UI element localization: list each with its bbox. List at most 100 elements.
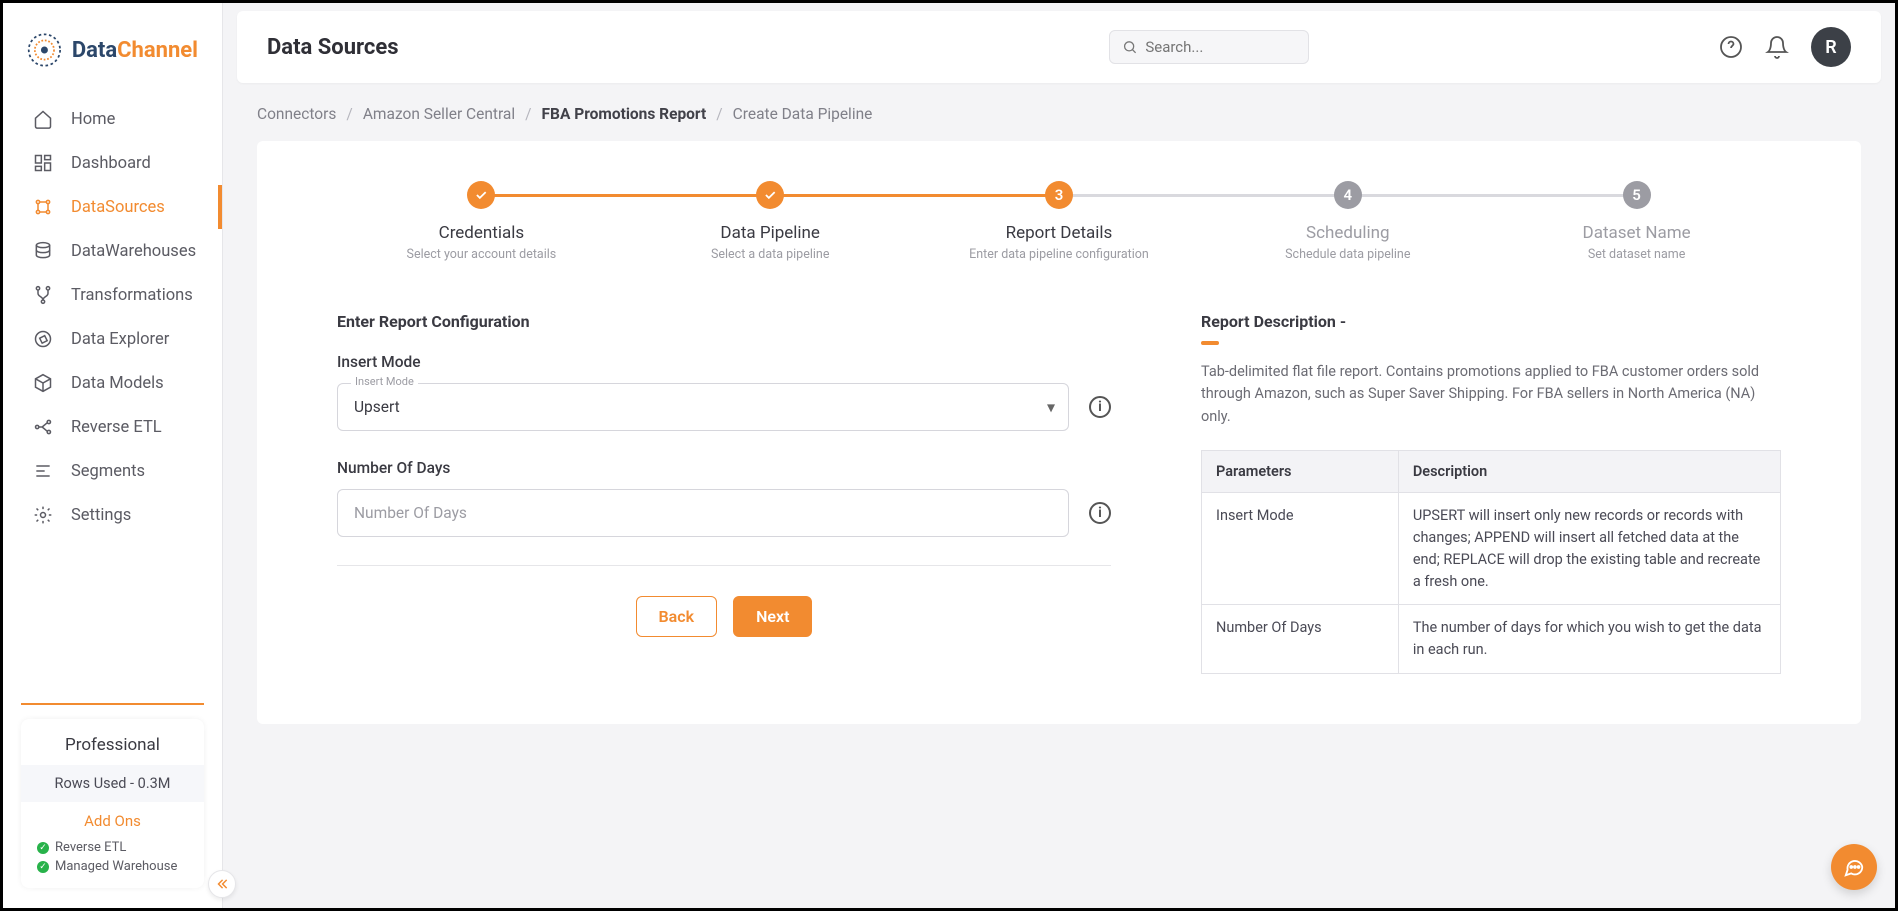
step-circle-pending: 5 [1623, 181, 1651, 209]
chevron-left-icon [215, 877, 229, 891]
sidebar-item-transformations[interactable]: Transformations [3, 273, 222, 317]
search-input[interactable] [1145, 38, 1295, 56]
main-card: Credentials Select your account details … [257, 141, 1861, 724]
insert-mode-info-icon[interactable]: i [1089, 396, 1111, 418]
step-credentials[interactable]: Credentials Select your account details [337, 181, 626, 262]
sidebar-collapse-button[interactable] [208, 870, 236, 898]
plan-card: Professional Rows Used - 0.3M Add Ons ✓ R… [21, 719, 204, 888]
sidebar-item-home[interactable]: Home [3, 97, 222, 141]
sidebar-item-label: Settings [71, 506, 131, 525]
sidebar-nav: Home Dashboard DataSources DataWarehouse… [3, 91, 222, 537]
step-title: Credentials [439, 223, 525, 243]
help-icon [1719, 35, 1743, 59]
sidebar-item-label: Dashboard [71, 154, 151, 173]
sidebar-item-label: Segments [71, 462, 145, 481]
step-title: Dataset Name [1583, 223, 1691, 243]
logo-icon [27, 31, 62, 69]
number-of-days-info-icon[interactable]: i [1089, 502, 1111, 524]
step-circle-done [756, 181, 784, 209]
gear-icon [33, 505, 53, 525]
step-sub: Set dataset name [1588, 247, 1686, 262]
sidebar-item-label: Data Models [71, 374, 164, 393]
git-branch-icon [33, 285, 53, 305]
sidebar-bottom: Professional Rows Used - 0.3M Add Ons ✓ R… [3, 703, 222, 908]
title-underline [1201, 341, 1219, 345]
sidebar-item-label: Transformations [71, 286, 193, 305]
sidebar-item-dashboard[interactable]: Dashboard [3, 141, 222, 185]
help-button[interactable] [1719, 35, 1743, 59]
bell-icon [1765, 35, 1789, 59]
datasources-icon [33, 197, 53, 217]
insert-mode-select[interactable]: Upsert [337, 383, 1069, 431]
breadcrumb-item[interactable]: Connectors [257, 105, 336, 123]
page-title: Data Sources [267, 35, 399, 60]
sidebar-item-settings[interactable]: Settings [3, 493, 222, 537]
chat-fab[interactable] [1831, 844, 1877, 890]
sidebar-item-datasources[interactable]: DataSources [3, 185, 222, 229]
sidebar-item-label: DataWarehouses [71, 242, 196, 261]
logo-text: DataChannel [72, 38, 198, 63]
parameters-table: Parameters Description Insert Mode UPSER… [1201, 450, 1781, 674]
check-icon: ✓ [37, 842, 49, 854]
number-of-days-input[interactable] [337, 489, 1069, 537]
main: Data Sources R Connectors/ Amazon Seller… [223, 3, 1895, 908]
sidebar-item-dataexplorer[interactable]: Data Explorer [3, 317, 222, 361]
insert-mode-select-wrap[interactable]: Insert Mode Upsert ▾ [337, 383, 1069, 431]
breadcrumb-item[interactable]: Amazon Seller Central [363, 105, 515, 123]
breadcrumb-item[interactable]: FBA Promotions Report [542, 105, 707, 123]
step-circle-pending: 4 [1334, 181, 1362, 209]
sidebar-item-datamodels[interactable]: Data Models [3, 361, 222, 405]
insert-mode-float-label: Insert Mode [351, 375, 418, 388]
sidebar-item-label: DataSources [71, 198, 165, 217]
table-header: Description [1398, 451, 1780, 493]
user-avatar[interactable]: R [1811, 27, 1851, 67]
description-title: Report Description - [1201, 312, 1781, 331]
sidebar-divider [21, 703, 204, 705]
database-icon [33, 241, 53, 261]
back-button[interactable]: Back [636, 596, 718, 637]
step-title: Data Pipeline [720, 223, 820, 243]
segments-icon [33, 461, 53, 481]
search-box[interactable] [1109, 30, 1309, 64]
plan-rows: Rows Used - 0.3M [21, 765, 204, 802]
section-title: Enter Report Configuration [337, 312, 1111, 331]
sidebar-item-datawarehouses[interactable]: DataWarehouses [3, 229, 222, 273]
sidebar-item-label: Data Explorer [71, 330, 169, 349]
step-sub: Schedule data pipeline [1285, 247, 1410, 262]
step-circle-done [467, 181, 495, 209]
sidebar-item-reverseetl[interactable]: Reverse ETL [3, 405, 222, 449]
cube-icon [33, 373, 53, 393]
addons-title: Add Ons [21, 802, 204, 838]
report-description-panel: Report Description - Tab-delimited flat … [1201, 312, 1781, 674]
breadcrumb: Connectors/ Amazon Seller Central/ FBA P… [257, 105, 1861, 123]
notifications-button[interactable] [1765, 35, 1789, 59]
report-config-form: Enter Report Configuration Insert Mode I… [337, 312, 1111, 674]
brand-logo[interactable]: DataChannel [3, 3, 222, 91]
description-text: Tab-delimited flat file report. Contains… [1201, 361, 1781, 428]
step-title: Report Details [1006, 223, 1113, 243]
plan-title: Professional [21, 729, 204, 765]
step-title: Scheduling [1306, 223, 1390, 243]
next-button[interactable]: Next [733, 596, 812, 637]
insert-mode-label: Insert Mode [337, 353, 1111, 371]
reverse-etl-icon [33, 417, 53, 437]
check-icon [763, 188, 777, 202]
sidebar: DataChannel Home Dashboard DataSources D… [3, 3, 223, 908]
chat-icon [1843, 856, 1865, 878]
content: Connectors/ Amazon Seller Central/ FBA P… [223, 83, 1895, 908]
addon-row: ✓Managed Warehouse [21, 857, 204, 876]
number-of-days-label: Number Of Days [337, 459, 1111, 477]
step-circle-current: 3 [1045, 181, 1073, 209]
step-sub: Select a data pipeline [711, 247, 830, 262]
addon-label: Reverse ETL [55, 840, 126, 855]
sidebar-item-label: Home [71, 110, 115, 129]
breadcrumb-item: Create Data Pipeline [733, 105, 873, 123]
param-desc: The number of days for which you wish to… [1398, 605, 1780, 674]
sidebar-item-label: Reverse ETL [71, 418, 162, 437]
table-header: Parameters [1202, 451, 1399, 493]
explore-icon [33, 329, 53, 349]
param-name: Number Of Days [1202, 605, 1399, 674]
table-row: Insert Mode UPSERT will insert only new … [1202, 493, 1781, 605]
sidebar-item-segments[interactable]: Segments [3, 449, 222, 493]
stepper: Credentials Select your account details … [337, 181, 1781, 262]
